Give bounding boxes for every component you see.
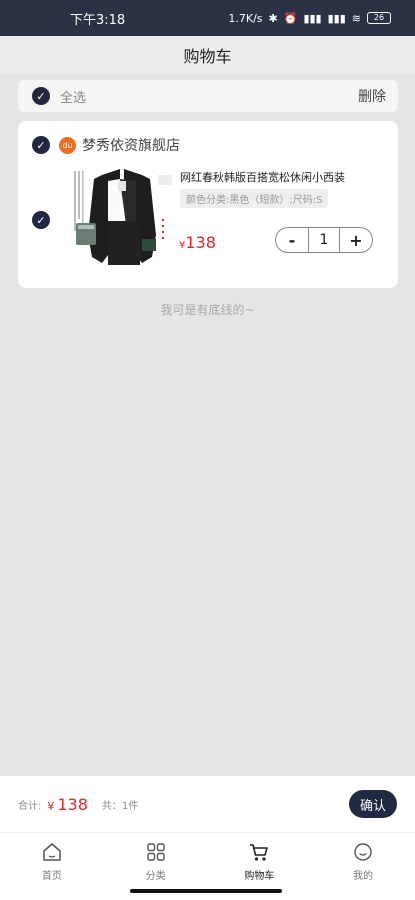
- product-price: ¥138: [179, 233, 216, 252]
- price-value: 138: [185, 233, 216, 252]
- network-speed: 1.7K/s: [228, 11, 263, 25]
- delete-button[interactable]: 删除: [358, 86, 386, 106]
- nav-bar: 购物车: [0, 36, 415, 74]
- bluetooth-icon: ✱: [268, 11, 278, 25]
- home-icon: [43, 843, 61, 861]
- total-price: ¥138: [47, 795, 88, 814]
- tab-profile-label: 我的: [353, 871, 374, 882]
- signal-icon-2: ▮▮▮: [327, 11, 346, 25]
- battery-icon: 26: [367, 12, 391, 24]
- wifi-icon: ≋: [351, 11, 361, 25]
- shop-row: ✓ du 梦秀依资旗舰店: [32, 135, 180, 155]
- shop-logo-icon: du: [59, 136, 76, 154]
- tab-home-label: 首页: [41, 871, 62, 882]
- product-spec[interactable]: 颜色分类:黑色（短款）;尺码:S: [180, 189, 329, 208]
- product-title[interactable]: 网红春秋韩版百搭宽松休闲小西装: [180, 169, 345, 185]
- status-time: 下午3:18: [70, 12, 126, 28]
- cart-item-card: ✓ du 梦秀依资旗舰店 ✓ 网红春秋韩版百搭宽松休闲小西装 颜色分类:黑色（短…: [18, 121, 398, 288]
- checkout-bar: 合计: ¥138 共：1件 确认: [0, 776, 415, 832]
- status-icons: 1.7K/s ✱ ⏰ ▮▮▮ ▮▮▮ ≋ 26: [228, 12, 391, 25]
- quantity-stepper: - 1 +: [275, 227, 373, 253]
- jacket-illustration: [62, 165, 180, 275]
- confirm-button[interactable]: 确认: [349, 790, 397, 818]
- product-image[interactable]: [62, 165, 180, 275]
- end-of-list-text: 我可是有底线的~: [160, 303, 255, 317]
- tab-cart-label: 购物车: [244, 871, 275, 882]
- total-label: 合计:: [18, 800, 42, 812]
- select-all-bar: ✓ 全选 删除: [18, 80, 398, 112]
- cart-icon: [250, 844, 269, 861]
- total-amount: 138: [57, 794, 88, 814]
- home-indicator: [130, 889, 282, 893]
- page-title: 购物车: [183, 47, 232, 66]
- tab-profile[interactable]: 我的: [311, 833, 415, 900]
- user-icon: [354, 843, 372, 861]
- grid-icon: [146, 843, 165, 861]
- signal-icon: ▮▮▮: [303, 11, 322, 25]
- status-bar: 下午3:18 1.7K/s ✱ ⏰ ▮▮▮ ▮▮▮ ≋ 26: [0, 0, 415, 36]
- item-checkbox[interactable]: ✓: [32, 211, 50, 229]
- tab-category-label: 分类: [145, 871, 166, 882]
- select-all-label: 全选: [60, 90, 87, 106]
- shop-checkbox[interactable]: ✓: [32, 136, 50, 154]
- select-all-checkbox[interactable]: ✓: [32, 87, 50, 105]
- increment-button[interactable]: +: [340, 231, 372, 250]
- total-currency: ¥: [47, 799, 55, 813]
- shop-name[interactable]: 梦秀依资旗舰店: [82, 135, 180, 155]
- decrement-button[interactable]: -: [276, 231, 308, 250]
- tab-home[interactable]: 首页: [0, 833, 104, 900]
- alarm-icon: ⏰: [283, 11, 298, 25]
- quantity-value[interactable]: 1: [308, 228, 340, 252]
- item-count: 共：1件: [101, 800, 139, 812]
